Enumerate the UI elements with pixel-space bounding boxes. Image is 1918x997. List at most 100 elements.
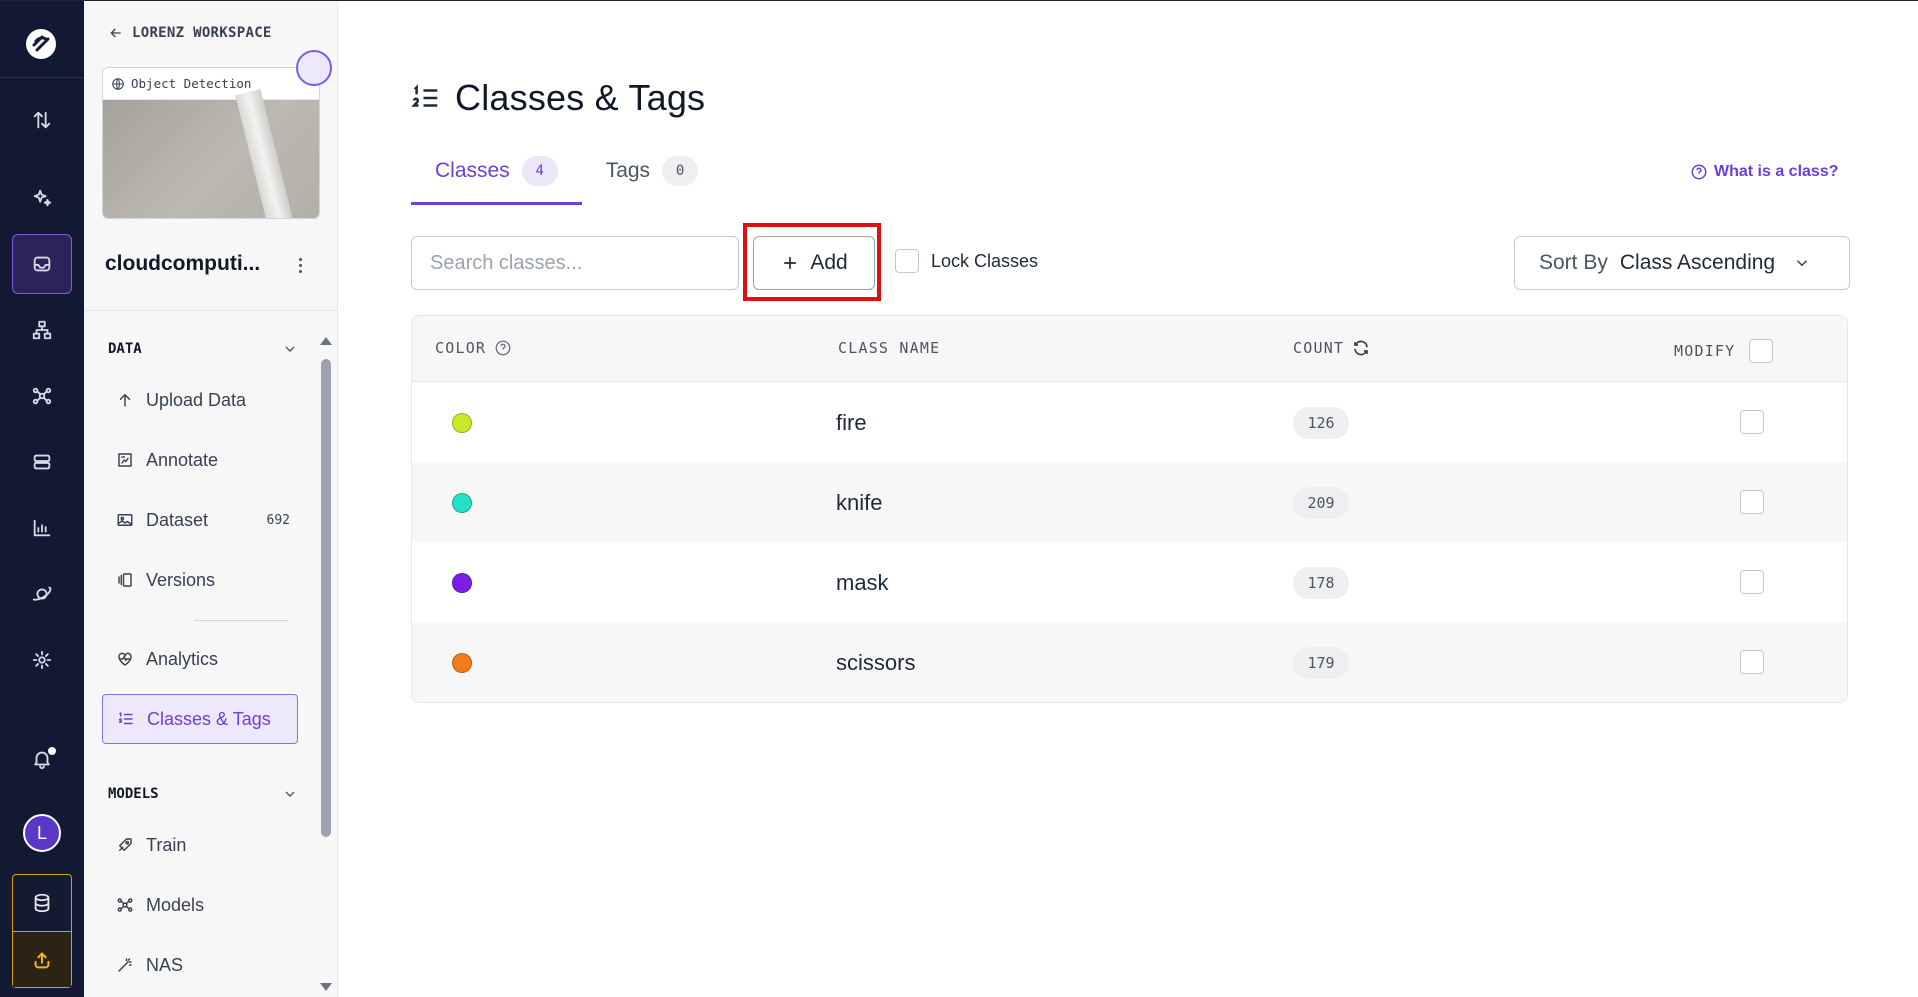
upload-icon[interactable] bbox=[13, 931, 71, 987]
class-count: 178 bbox=[1293, 567, 1349, 599]
class-color-swatch[interactable] bbox=[452, 493, 472, 513]
sidebar-item-dataset[interactable]: Dataset 692 bbox=[102, 495, 298, 545]
project-status-indicator[interactable] bbox=[296, 50, 332, 86]
nav-divider bbox=[194, 620, 288, 621]
sparkle-icon[interactable] bbox=[12, 168, 72, 228]
class-count: 209 bbox=[1293, 487, 1349, 519]
rocket-icon bbox=[119, 838, 132, 851]
logo-icon[interactable] bbox=[20, 23, 62, 65]
search-input[interactable] bbox=[411, 236, 739, 290]
workspace-name: LORENZ WORKSPACE bbox=[132, 25, 272, 41]
tab-classes[interactable]: Classes 4 bbox=[411, 155, 582, 205]
network-icon bbox=[117, 898, 133, 912]
arrow-left-icon bbox=[110, 28, 121, 38]
magic-wand-icon bbox=[118, 958, 132, 972]
table-row[interactable]: fire 126 bbox=[412, 382, 1847, 462]
page-title: Classes & Tags bbox=[411, 77, 705, 119]
row-checkbox[interactable] bbox=[1740, 410, 1764, 434]
scroll-thumb[interactable] bbox=[321, 359, 331, 837]
class-name: fire bbox=[836, 410, 867, 435]
scroll-up-arrow[interactable] bbox=[320, 337, 332, 345]
column-count: COUNT bbox=[1293, 339, 1370, 357]
network-icon[interactable] bbox=[12, 366, 72, 426]
table-row[interactable]: knife 209 bbox=[412, 462, 1847, 542]
bell-icon[interactable] bbox=[12, 729, 72, 789]
globe-icon bbox=[112, 77, 124, 90]
table-header: COLOR CLASS NAME COUNT MODIFY bbox=[412, 316, 1847, 382]
hierarchy-icon[interactable] bbox=[12, 300, 72, 360]
numbered-list-icon bbox=[411, 84, 438, 107]
sidebar-item-train[interactable]: Train bbox=[102, 820, 298, 870]
table-row[interactable]: scissors 179 bbox=[412, 622, 1847, 702]
project-thumbnail bbox=[103, 89, 319, 218]
classes-table: COLOR CLASS NAME COUNT MODIFY fire 126 k… bbox=[411, 315, 1848, 703]
sidebar-item-analytics[interactable]: Analytics bbox=[102, 634, 298, 684]
database-icon[interactable] bbox=[13, 875, 71, 931]
refresh-icon[interactable] bbox=[1352, 339, 1370, 357]
select-all-checkbox[interactable] bbox=[1749, 339, 1774, 363]
icon-rail: L bbox=[0, 1, 84, 997]
sort-dropdown[interactable]: Sort By Class Ascending bbox=[1514, 236, 1850, 290]
rail-bottom-group bbox=[12, 874, 72, 988]
sidebar-scrollbar[interactable] bbox=[318, 331, 334, 997]
sidebar-item-upload-data[interactable]: Upload Data bbox=[102, 375, 298, 425]
sidebar-item-versions[interactable]: Versions bbox=[102, 555, 298, 605]
lock-classes-checkbox[interactable] bbox=[895, 249, 919, 273]
table-row[interactable]: mask 178 bbox=[412, 542, 1847, 622]
project-name: cloudcomputi... bbox=[105, 252, 261, 275]
question-circle-icon[interactable] bbox=[494, 339, 512, 357]
tab-tags[interactable]: Tags 0 bbox=[582, 155, 722, 205]
project-type: Object Detection bbox=[103, 68, 319, 100]
column-color: COLOR bbox=[435, 339, 512, 357]
chevron-down-icon bbox=[285, 791, 295, 797]
main-content: Classes & Tags Classes 4 Tags 0 What is … bbox=[338, 1, 1918, 997]
section-data-header[interactable]: DATA bbox=[108, 341, 298, 357]
class-count: 126 bbox=[1293, 407, 1349, 439]
sidebar-nav: DATA Upload Data Annotate Dataset 692 Ve… bbox=[84, 311, 338, 997]
project-sidebar: LORENZ WORKSPACE Object Detection cloudc… bbox=[84, 1, 338, 997]
class-color-swatch[interactable] bbox=[452, 413, 472, 433]
section-models-header[interactable]: MODELS bbox=[108, 786, 298, 802]
class-name: knife bbox=[836, 490, 883, 515]
classes-toolbar: Add Lock Classes Sort By Class Ascending bbox=[411, 223, 1850, 301]
heart-pulse-icon bbox=[118, 652, 132, 666]
thumbnail-streak bbox=[235, 89, 297, 218]
scroll-down-arrow[interactable] bbox=[320, 983, 332, 991]
sort-value: Class Ascending bbox=[1619, 251, 1776, 274]
add-class-button[interactable]: Add bbox=[753, 236, 875, 290]
project-card[interactable]: Object Detection bbox=[102, 67, 320, 219]
class-count: 179 bbox=[1293, 647, 1349, 679]
annotate-icon bbox=[118, 453, 132, 467]
avatar[interactable]: L bbox=[23, 814, 61, 852]
column-class-name[interactable]: CLASS NAME bbox=[838, 339, 940, 357]
what-is-a-class-link[interactable]: What is a class? bbox=[1690, 163, 1839, 181]
inbox-icon[interactable] bbox=[12, 234, 72, 294]
notification-dot bbox=[48, 747, 56, 755]
back-to-workspace-link[interactable]: LORENZ WORKSPACE bbox=[108, 25, 272, 41]
row-checkbox[interactable] bbox=[1740, 650, 1764, 674]
server-icon[interactable] bbox=[12, 432, 72, 492]
sidebar-item-annotate[interactable]: Annotate bbox=[102, 435, 298, 485]
sidebar-item-classes-tags[interactable]: Classes & Tags bbox=[102, 694, 298, 744]
class-color-swatch[interactable] bbox=[452, 573, 472, 593]
dataset-count: 692 bbox=[266, 512, 290, 528]
class-name: scissors bbox=[836, 650, 916, 675]
gear-icon[interactable] bbox=[12, 630, 72, 690]
app: L LORENZ WORKSPACE Object Detection clou… bbox=[0, 0, 1918, 997]
versions-icon bbox=[118, 573, 132, 587]
sidebar-item-nas[interactable]: NAS bbox=[102, 940, 298, 990]
row-checkbox[interactable] bbox=[1740, 570, 1764, 594]
row-checkbox[interactable] bbox=[1740, 490, 1764, 514]
tags-count-badge: 0 bbox=[662, 156, 699, 186]
lock-classes-toggle[interactable]: Lock Classes bbox=[895, 249, 1038, 273]
arrow-up-icon bbox=[119, 394, 131, 407]
project-menu-button[interactable] bbox=[290, 253, 310, 277]
class-color-swatch[interactable] bbox=[452, 653, 472, 673]
rail-divider bbox=[0, 77, 84, 78]
question-circle-icon bbox=[1691, 164, 1707, 180]
sidebar-item-models[interactable]: Models bbox=[102, 880, 298, 930]
bar-chart-icon[interactable] bbox=[12, 498, 72, 558]
sort-arrows-icon[interactable] bbox=[12, 90, 72, 150]
planet-icon[interactable] bbox=[12, 564, 72, 624]
image-icon bbox=[117, 514, 133, 526]
